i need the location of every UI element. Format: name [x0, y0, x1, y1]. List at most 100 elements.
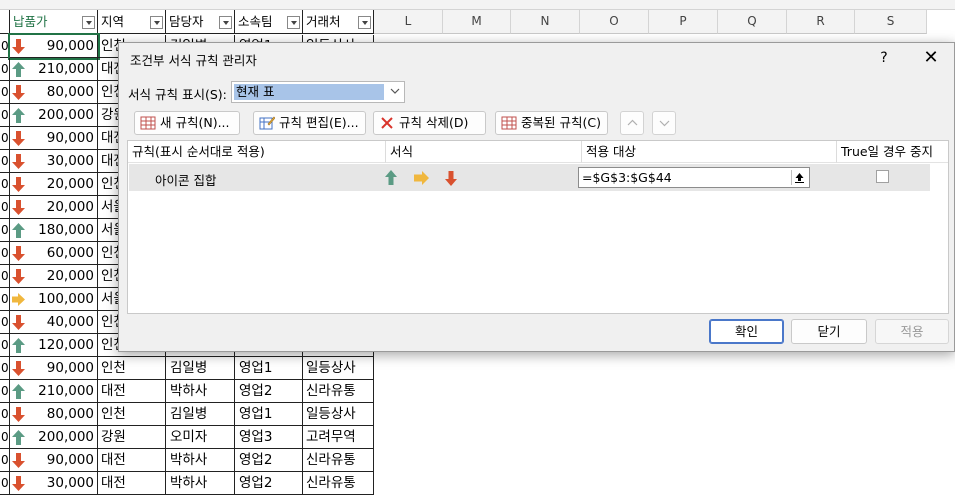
- close-dialog-button[interactable]: 닫기: [791, 319, 867, 344]
- new-rule-button[interactable]: 새 규칙(N)...: [134, 111, 240, 135]
- column-header-client[interactable]: 거래처: [303, 10, 374, 34]
- filter-dropdown-icon[interactable]: [82, 16, 95, 29]
- cell-price[interactable]: 90,000: [10, 357, 98, 380]
- apply-button[interactable]: 적용: [875, 319, 949, 344]
- cell-price[interactable]: 60,000: [10, 242, 98, 265]
- stop-if-true-checkbox[interactable]: [876, 170, 889, 183]
- cell-manager[interactable]: 박하사: [166, 380, 235, 403]
- cell-prev[interactable]: 0: [0, 357, 10, 380]
- applies-to-input[interactable]: =$G$3:$G$44: [578, 167, 810, 188]
- cell-prev[interactable]: 0: [0, 380, 10, 403]
- cell-team[interactable]: 영업1: [235, 403, 303, 426]
- cell-manager[interactable]: 오미자: [166, 426, 235, 449]
- cell-price[interactable]: 80,000: [10, 403, 98, 426]
- show-rules-dropdown[interactable]: 현재 표: [231, 81, 405, 103]
- cell-team[interactable]: 영업2: [235, 449, 303, 472]
- cell-prev[interactable]: 0: [0, 150, 10, 173]
- cell-price[interactable]: 30,000: [10, 472, 98, 495]
- cell-price[interactable]: 90,000: [10, 127, 98, 150]
- column-header-L[interactable]: L: [374, 10, 443, 34]
- cell-prev[interactable]: 0: [0, 219, 10, 242]
- rules-list[interactable]: 규칙(표시 순서대로 적용) 서식 적용 대상 True일 경우 중지 아이콘 …: [127, 140, 949, 314]
- cell-prev[interactable]: 0: [0, 81, 10, 104]
- cell-prev[interactable]: 0: [0, 403, 10, 426]
- column-header-region[interactable]: 지역: [98, 10, 166, 34]
- cell-price[interactable]: 200,000: [10, 426, 98, 449]
- column-header-Q[interactable]: Q: [718, 10, 787, 34]
- cell-prev[interactable]: 0: [0, 58, 10, 81]
- cell-prev[interactable]: 0: [0, 265, 10, 288]
- cell-prev[interactable]: 0: [0, 449, 10, 472]
- cell-price[interactable]: 100,000: [10, 288, 98, 311]
- collapse-range-button[interactable]: [791, 170, 807, 185]
- column-header-price[interactable]: 납품가: [10, 10, 98, 34]
- cell-region[interactable]: 대전: [98, 472, 166, 495]
- column-header-O[interactable]: O: [580, 10, 649, 34]
- cell-prev[interactable]: 0: [0, 472, 10, 495]
- cell-region[interactable]: 대전: [98, 380, 166, 403]
- cell-prev[interactable]: 0: [0, 104, 10, 127]
- cell-prev[interactable]: 0: [0, 311, 10, 334]
- filter-dropdown-icon[interactable]: [287, 16, 300, 29]
- cell-team[interactable]: 영업2: [235, 472, 303, 495]
- filter-dropdown-icon[interactable]: [150, 16, 163, 29]
- filter-dropdown-icon[interactable]: [358, 16, 371, 29]
- cell-price[interactable]: 90,000: [8, 33, 100, 60]
- duplicate-rule-button[interactable]: 중복된 규칙(C): [495, 111, 608, 135]
- cell-prev[interactable]: 0: [0, 288, 10, 311]
- edit-rule-button[interactable]: 규칙 편집(E)...: [253, 111, 366, 135]
- filter-dropdown-icon[interactable]: [219, 16, 232, 29]
- close-button[interactable]: ✕: [919, 47, 943, 69]
- delete-rule-button[interactable]: 규칙 삭제(D): [373, 111, 486, 135]
- cell-team[interactable]: 영업3: [235, 426, 303, 449]
- cell-client[interactable]: 신라유통: [303, 472, 374, 495]
- rule-row[interactable]: 아이콘 집합 =$G$3:$G$44: [129, 164, 930, 191]
- cell-manager[interactable]: 박하사: [166, 472, 235, 495]
- cell-region[interactable]: 대전: [98, 449, 166, 472]
- cell-price[interactable]: 20,000: [10, 196, 98, 219]
- cell-team[interactable]: 영업2: [235, 380, 303, 403]
- move-down-button[interactable]: [652, 111, 676, 135]
- cell-client[interactable]: 신라유통: [303, 380, 374, 403]
- column-header-P[interactable]: P: [649, 10, 718, 34]
- cell-prev[interactable]: 0: [0, 173, 10, 196]
- cell-region[interactable]: 인천: [98, 403, 166, 426]
- cell-price[interactable]: 30,000: [10, 150, 98, 173]
- cell-prev[interactable]: 0: [0, 35, 10, 58]
- cell-manager[interactable]: 김일병: [166, 403, 235, 426]
- cell-price[interactable]: 90,000: [10, 449, 98, 472]
- cell-prev[interactable]: 0: [0, 196, 10, 219]
- column-header-manager[interactable]: 담당자: [166, 10, 235, 34]
- ok-button[interactable]: 확인: [709, 319, 784, 344]
- column-header-S[interactable]: S: [855, 10, 927, 34]
- cell-prev[interactable]: 0: [0, 127, 10, 150]
- column-header-N[interactable]: N: [511, 10, 580, 34]
- cell-client[interactable]: 신라유통: [303, 449, 374, 472]
- cell-price[interactable]: 80,000: [10, 81, 98, 104]
- cell-team[interactable]: 영업1: [235, 357, 303, 380]
- cell-prev[interactable]: 0: [0, 426, 10, 449]
- cell-manager[interactable]: 김일병: [166, 357, 235, 380]
- cell-prev[interactable]: 0: [0, 242, 10, 265]
- cell-price[interactable]: 210,000: [10, 380, 98, 403]
- cell-price[interactable]: 200,000: [10, 104, 98, 127]
- move-up-button[interactable]: [620, 111, 644, 135]
- cell-price[interactable]: 210,000: [10, 58, 98, 81]
- cell-price[interactable]: 40,000: [10, 311, 98, 334]
- dialog-titlebar[interactable]: 조건부 서식 규칙 관리자 ? ✕: [119, 43, 954, 73]
- cell-region[interactable]: 강원: [98, 426, 166, 449]
- cell-price[interactable]: 20,000: [10, 265, 98, 288]
- cell-client[interactable]: 고려무역: [303, 426, 374, 449]
- cell-price[interactable]: 180,000: [10, 219, 98, 242]
- column-header-M[interactable]: M: [443, 10, 511, 34]
- cell-manager[interactable]: 박하사: [166, 449, 235, 472]
- cell-price[interactable]: 120,000: [10, 334, 98, 357]
- cell-price[interactable]: 20,000: [10, 173, 98, 196]
- cell-region[interactable]: 인천: [98, 357, 166, 380]
- column-header-R[interactable]: R: [787, 10, 855, 34]
- cell-client[interactable]: 일등상사: [303, 357, 374, 380]
- help-button[interactable]: ?: [873, 47, 895, 69]
- cell-prev[interactable]: 0: [0, 334, 10, 357]
- column-header-team[interactable]: 소속팀: [235, 10, 303, 34]
- cell-client[interactable]: 일등상사: [303, 403, 374, 426]
